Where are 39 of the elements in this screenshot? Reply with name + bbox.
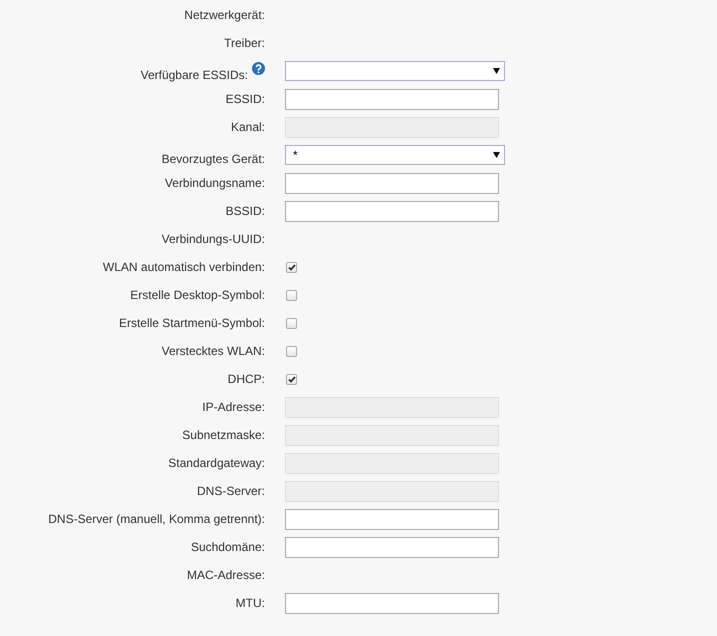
text-field[interactable] xyxy=(285,536,499,558)
field-label: Standardgateway: xyxy=(168,456,265,470)
dropdown[interactable] xyxy=(285,61,505,81)
checkbox[interactable] xyxy=(286,318,297,328)
field-label: DHCP: xyxy=(228,372,265,386)
field-label: Verfügbare ESSIDs: xyxy=(140,68,248,82)
dropdown-value: * xyxy=(293,148,298,162)
field-label: Suchdomäne: xyxy=(190,540,265,554)
text-field[interactable] xyxy=(285,508,499,530)
help-icon[interactable] xyxy=(252,62,265,75)
text-field[interactable] xyxy=(285,592,499,614)
field-label: Netzwerkgerät: xyxy=(184,8,265,22)
field-label: Verstecktes WLAN: xyxy=(162,344,265,358)
field-label: DNS-Server (manuell, Komma getrennt): xyxy=(48,512,265,526)
field-label: IP-Adresse: xyxy=(202,400,265,414)
field-label: MTU: xyxy=(236,596,265,610)
field-label: Bevorzugtes Gerät: xyxy=(162,152,265,166)
field-label: Treiber: xyxy=(224,36,265,50)
field-label: Verbindungsname: xyxy=(164,176,265,190)
field-label: Kanal: xyxy=(230,120,265,134)
text-field[interactable] xyxy=(285,172,499,194)
field-label: BSSID: xyxy=(226,204,265,218)
checkbox[interactable] xyxy=(286,374,297,384)
caret-icon xyxy=(493,152,500,158)
field-label: DNS-Server: xyxy=(196,484,265,498)
checkbox[interactable] xyxy=(286,290,297,300)
dropdown[interactable]: * xyxy=(285,145,505,165)
field-label: Verbindungs-UUID: xyxy=(162,232,265,246)
checkbox[interactable] xyxy=(286,346,297,356)
field-label: WLAN automatisch verbinden: xyxy=(102,260,265,274)
text-field[interactable] xyxy=(285,200,499,222)
checkbox[interactable] xyxy=(286,262,297,272)
field-label: MAC-Adresse: xyxy=(186,568,265,582)
caret-icon xyxy=(493,68,500,74)
field-label: ESSID: xyxy=(226,92,265,106)
field-label: Erstelle Desktop-Symbol: xyxy=(130,288,265,302)
field-label: Erstelle Startmenü-Symbol: xyxy=(118,316,265,330)
field-label: Subnetzmaske: xyxy=(182,428,265,442)
text-field[interactable] xyxy=(285,88,499,110)
